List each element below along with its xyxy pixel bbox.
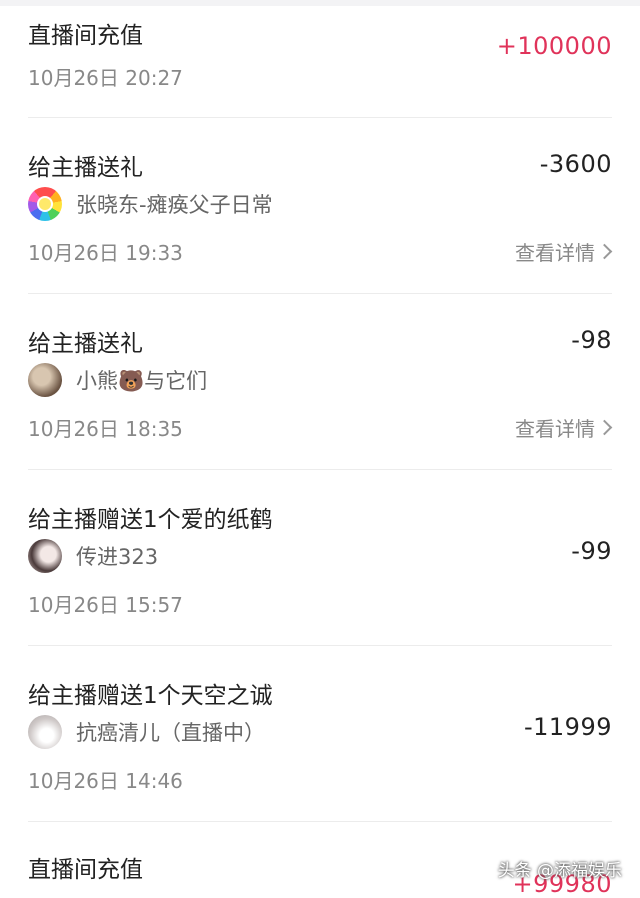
chevron-right-icon: [596, 419, 613, 436]
transaction-amount: -98: [571, 326, 612, 354]
transaction-time: 10月26日 19:33: [28, 241, 183, 265]
transaction-amount: -99: [571, 537, 612, 565]
transaction-title: 直播间充值: [28, 857, 143, 883]
streamer-name: 传进323: [76, 545, 159, 569]
streamer-name: 张晓东-瘫痪父子日常: [76, 193, 273, 217]
streamer-info[interactable]: 传进323: [28, 539, 158, 573]
view-details-label: 查看详情: [515, 241, 595, 265]
transaction-title: 给主播赠送1个爱的纸鹤: [28, 507, 273, 533]
transaction-title: 给主播赠送1个天空之诚: [28, 683, 273, 709]
bear-avatar: [28, 363, 62, 397]
divider: [28, 645, 612, 646]
divider: [28, 293, 612, 294]
transaction-time: 10月26日 14:46: [28, 769, 183, 793]
transaction-amount: +100000: [496, 32, 612, 60]
watermark: 头条 @添福娱乐: [497, 861, 622, 881]
transaction-title: 给主播送礼: [28, 331, 143, 357]
streamer-name: 小熊🐻与它们: [76, 369, 208, 393]
transaction-amount: -3600: [539, 150, 612, 178]
streamer-info[interactable]: 抗癌清儿（直播中）: [28, 715, 265, 749]
transaction-time: 10月26日 20:27: [28, 66, 183, 90]
portrait-avatar: [28, 715, 62, 749]
chevron-right-icon: [596, 243, 613, 260]
flower-avatar: [28, 187, 62, 221]
transaction-time: 10月26日 15:57: [28, 593, 183, 617]
streamer-name: 抗癌清儿（直播中）: [76, 721, 265, 745]
divider: [28, 469, 612, 470]
transaction-time: 10月26日 18:35: [28, 417, 183, 441]
view-details-link[interactable]: 查看详情: [515, 237, 613, 266]
top-bar: [0, 0, 640, 6]
transaction-title: 给主播送礼: [28, 155, 143, 181]
transaction-amount: -11999: [523, 713, 612, 741]
view-details-link[interactable]: 查看详情: [515, 413, 613, 442]
view-details-label: 查看详情: [515, 417, 595, 441]
streamer-info[interactable]: 小熊🐻与它们: [28, 363, 207, 397]
divider: [28, 117, 612, 118]
transaction-title: 直播间充值: [28, 23, 143, 49]
divider: [28, 821, 612, 822]
girl-avatar: [28, 539, 62, 573]
streamer-info[interactable]: 张晓东-瘫痪父子日常: [28, 187, 273, 221]
